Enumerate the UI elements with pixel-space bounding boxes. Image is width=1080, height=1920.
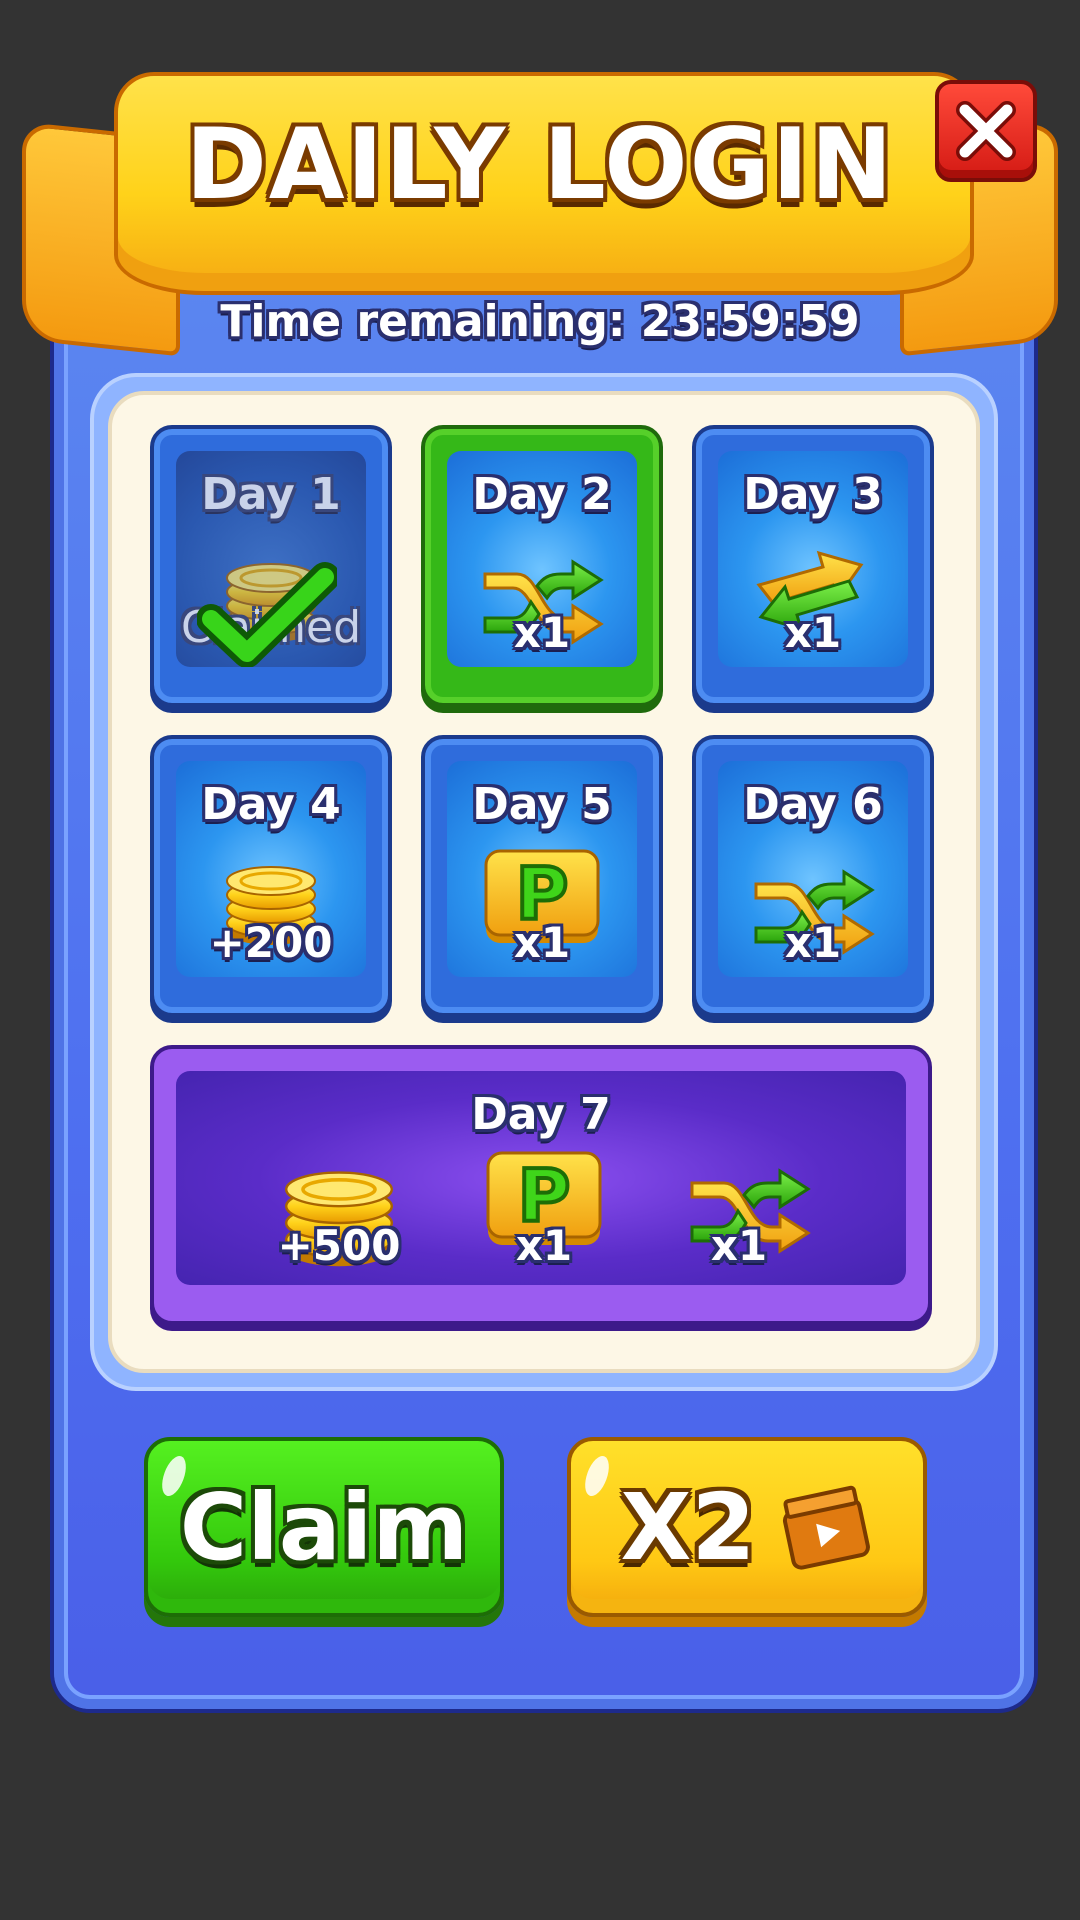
day-card-2[interactable]: Day 2 x1 [421,425,663,707]
page-title: DAILY LOGIN [185,108,895,222]
day-card-face: Day 5 x1 [447,761,637,977]
day-card-face: Day 4 +200 [176,761,366,977]
video-ad-icon [783,1485,871,1570]
day-card-3[interactable]: Day 3 x1 [692,425,934,707]
day-card-7-face: Day 7 +500 x1 x1 [176,1071,906,1285]
day-label: Day 7 [471,1089,611,1140]
time-remaining: Time remaining: 23:59:59 [220,296,860,347]
day-card-5[interactable]: Day 5 x1 [421,735,663,1017]
day-card-face: Day 3 x1 [718,451,908,667]
day-label: Day 3 [743,469,883,520]
reward-quantity: x1 [784,608,842,657]
day-card-6[interactable]: Day 6 x1 [692,735,934,1017]
reward-quantity: x1 [710,1221,768,1270]
day-card-7[interactable]: Day 7 +500 x1 x1 [150,1045,932,1325]
reward-quantity: x1 [515,1221,573,1270]
checkmark-icon [197,562,338,667]
reward-quantity: x1 [513,918,571,967]
day-card-4[interactable]: Day 4 +200 [150,735,392,1017]
close-icon [956,101,1016,161]
reward-quantity: +500 [277,1221,401,1270]
day-card-face: Day 6 x1 [718,761,908,977]
day-label: Day 4 [201,779,341,830]
day-card-1[interactable]: Day 1 Claimed [150,425,392,707]
day-card-face: Day 2 x1 [447,451,637,667]
day-label: Day 6 [743,779,883,830]
double-reward-label: X2 [620,1473,756,1581]
day-card-face: Day 1 Claimed [176,451,366,667]
close-button[interactable] [935,80,1037,182]
button-shine [580,1452,614,1500]
day-label: Day 2 [472,469,612,520]
double-reward-button[interactable]: X2 [567,1437,927,1617]
claim-button[interactable]: Claim [144,1437,504,1617]
claim-button-label: Claim [179,1473,469,1581]
reward-quantity: +200 [209,918,333,967]
reward-quantity: x1 [784,918,842,967]
day-label: Day 5 [472,779,612,830]
reward-quantity: x1 [513,608,571,657]
day-label: Day 1 [201,469,341,520]
